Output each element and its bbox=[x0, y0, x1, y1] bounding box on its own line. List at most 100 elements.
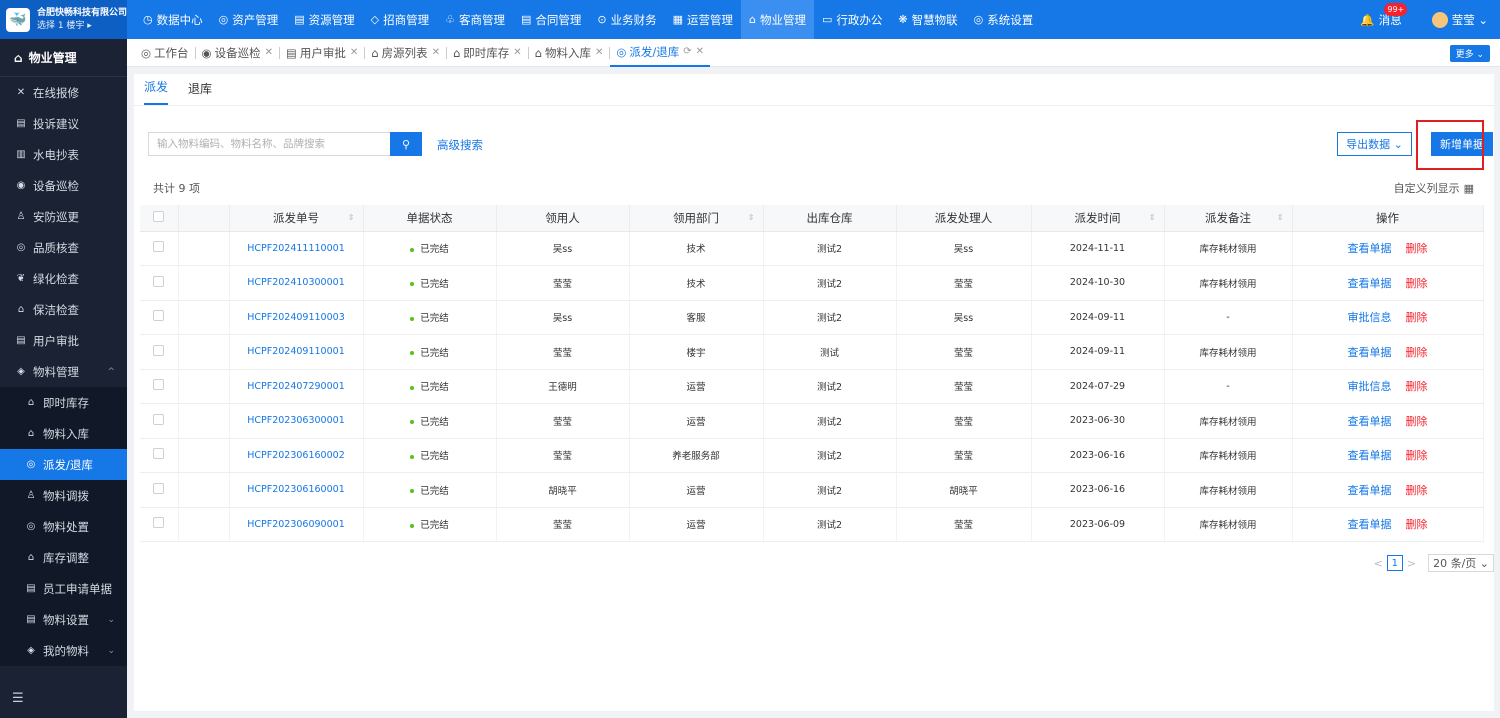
dispatch-code-link[interactable]: HCPF202410300001 bbox=[247, 277, 345, 288]
sort-icon[interactable]: ⇕ bbox=[1149, 213, 1156, 222]
delete-link[interactable]: 删除 bbox=[1406, 380, 1428, 393]
topnav-item[interactable]: ⌂ 物业管理 bbox=[741, 0, 814, 39]
topnav-item[interactable]: ❋ 智慧物联 bbox=[890, 0, 965, 39]
dispatch-code-link[interactable]: HCPF202411110001 bbox=[247, 243, 345, 254]
sidebar-item[interactable]: ⌂ 保洁检查 bbox=[0, 294, 127, 325]
page-tab[interactable]: ◉ 设备巡检 ✕ bbox=[196, 39, 279, 67]
dispatch-code-link[interactable]: HCPF202409110001 bbox=[247, 346, 345, 357]
sidebar-item[interactable]: ⌂ 库存调整 bbox=[0, 542, 127, 573]
page-number[interactable]: 1 bbox=[1386, 555, 1403, 571]
prev-page-button[interactable]: < bbox=[1374, 557, 1383, 570]
sort-icon[interactable]: ⇕ bbox=[1277, 213, 1284, 222]
close-icon[interactable]: ✕ bbox=[696, 46, 704, 57]
close-icon[interactable]: ✕ bbox=[350, 47, 358, 58]
row-checkbox[interactable] bbox=[153, 379, 165, 391]
sidebar-item[interactable]: ⌂ 即时库存 bbox=[0, 387, 127, 418]
topnav-item[interactable]: ◇ 招商管理 bbox=[363, 0, 437, 39]
page-tab[interactable]: ▤ 用户审批 ✕ bbox=[280, 39, 364, 67]
messages-button[interactable]: 🔔 消息 99+ bbox=[1360, 2, 1408, 28]
row-checkbox[interactable] bbox=[153, 275, 165, 287]
page-tab[interactable]: ◎ 工作台 bbox=[135, 39, 195, 67]
row-checkbox[interactable] bbox=[153, 448, 165, 460]
dispatch-code-link[interactable]: HCPF202306160001 bbox=[247, 484, 345, 495]
close-icon[interactable]: ✕ bbox=[265, 47, 273, 58]
page-tab[interactable]: ⌂ 物料入库 ✕ bbox=[529, 39, 610, 67]
dispatch-code-link[interactable]: HCPF202306300001 bbox=[247, 415, 345, 426]
search-input[interactable] bbox=[148, 132, 390, 156]
sort-icon[interactable]: ⇕ bbox=[348, 213, 355, 222]
brand[interactable]: 🐳 合肥快畅科技有限公司 选择 1 楼宇 ▸ bbox=[0, 0, 127, 39]
user-menu[interactable]: 莹莹 ⌄ bbox=[1431, 11, 1488, 28]
topnav-item[interactable]: ◷ 数据中心 bbox=[135, 0, 211, 39]
close-icon[interactable]: ✕ bbox=[513, 47, 521, 58]
custom-columns-button[interactable]: 自定义列显示 ▦ bbox=[1394, 180, 1474, 196]
row-checkbox[interactable] bbox=[153, 413, 165, 425]
row-checkbox[interactable] bbox=[153, 241, 165, 253]
view-document-link[interactable]: 查看单据 bbox=[1348, 449, 1392, 462]
delete-link[interactable]: 删除 bbox=[1406, 242, 1428, 255]
sidebar-item[interactable]: ◈ 我的物料 ⌄ bbox=[0, 635, 127, 666]
close-icon[interactable]: ✕ bbox=[432, 47, 440, 58]
sidebar-item[interactable]: ✕ 在线报修 bbox=[0, 77, 127, 108]
topnav-item[interactable]: ⊙ 业务财务 bbox=[589, 0, 664, 39]
delete-link[interactable]: 删除 bbox=[1406, 346, 1428, 359]
page-tab[interactable]: ⌂ 房源列表 ✕ bbox=[365, 39, 446, 67]
delete-link[interactable]: 删除 bbox=[1406, 311, 1428, 324]
sidebar-title[interactable]: ⌂ 物业管理 bbox=[0, 39, 127, 77]
sidebar-item[interactable]: ◉ 设备巡检 bbox=[0, 170, 127, 201]
tab-dispatch[interactable]: 派发 bbox=[144, 78, 169, 105]
row-checkbox[interactable] bbox=[153, 344, 165, 356]
sidebar-item[interactable]: ♙ 安防巡更 bbox=[0, 201, 127, 232]
view-document-link[interactable]: 审批信息 bbox=[1348, 380, 1392, 393]
more-tabs-button[interactable]: 更多 ⌄ bbox=[1449, 45, 1490, 62]
sidebar-item[interactable]: ▤ 员工申请单据 bbox=[0, 573, 127, 604]
view-document-link[interactable]: 查看单据 bbox=[1348, 518, 1392, 531]
delete-link[interactable]: 删除 bbox=[1406, 277, 1428, 290]
view-document-link[interactable]: 查看单据 bbox=[1348, 277, 1392, 290]
collapse-menu-icon[interactable]: ☰ bbox=[12, 691, 24, 706]
sidebar-item[interactable]: ◈ 物料管理 ^ bbox=[0, 356, 127, 387]
view-document-link[interactable]: 查看单据 bbox=[1348, 415, 1392, 428]
delete-link[interactable]: 删除 bbox=[1406, 415, 1428, 428]
topnav-item[interactable]: ♧ 客商管理 bbox=[437, 0, 513, 39]
dispatch-code-link[interactable]: HCPF202407290001 bbox=[247, 381, 345, 392]
view-document-link[interactable]: 审批信息 bbox=[1348, 311, 1392, 324]
dispatch-code-link[interactable]: HCPF202306090001 bbox=[247, 519, 345, 530]
delete-link[interactable]: 删除 bbox=[1406, 518, 1428, 531]
refresh-icon[interactable]: ⟳ bbox=[683, 46, 691, 57]
close-icon[interactable]: ✕ bbox=[595, 47, 603, 58]
select-all-checkbox[interactable] bbox=[153, 210, 165, 222]
dispatch-code-link[interactable]: HCPF202409110003 bbox=[247, 312, 345, 323]
sidebar-item[interactable]: ▤ 投诉建议 bbox=[0, 108, 127, 139]
next-page-button[interactable]: > bbox=[1407, 557, 1416, 570]
delete-link[interactable]: 删除 bbox=[1406, 449, 1428, 462]
col-code[interactable]: 派发单号 ⇕ bbox=[229, 205, 364, 232]
export-data-button[interactable]: 导出数据 ⌄ bbox=[1337, 132, 1412, 156]
row-checkbox[interactable] bbox=[153, 482, 165, 494]
sidebar-item[interactable]: ❦ 绿化检查 bbox=[0, 263, 127, 294]
delete-link[interactable]: 删除 bbox=[1406, 484, 1428, 497]
sidebar-item[interactable]: ⌂ 物料入库 bbox=[0, 418, 127, 449]
sidebar-item[interactable]: ▤ 物料设置 ⌄ bbox=[0, 604, 127, 635]
sort-icon[interactable]: ⇕ bbox=[748, 213, 755, 222]
sidebar-item[interactable]: ▤ 用户审批 bbox=[0, 325, 127, 356]
topnav-item[interactable]: ▤ 资源管理 bbox=[286, 0, 362, 39]
view-document-link[interactable]: 查看单据 bbox=[1348, 484, 1392, 497]
page-size-select[interactable]: 20 条/页 ⌄ bbox=[1428, 554, 1494, 572]
sidebar-item[interactable]: ◎ 物料处置 bbox=[0, 511, 127, 542]
sidebar-item[interactable]: ♙ 物料调拨 bbox=[0, 480, 127, 511]
col-note[interactable]: 派发备注 ⇕ bbox=[1164, 205, 1293, 232]
sidebar-item[interactable]: ◎ 派发/退库 bbox=[0, 449, 127, 480]
sidebar-item[interactable]: ▥ 水电抄表 bbox=[0, 139, 127, 170]
row-checkbox[interactable] bbox=[153, 517, 165, 529]
search-button[interactable]: ⚲ bbox=[390, 132, 422, 156]
view-document-link[interactable]: 查看单据 bbox=[1348, 242, 1392, 255]
dispatch-code-link[interactable]: HCPF202306160002 bbox=[247, 450, 345, 461]
building-selector[interactable]: 选择 1 楼宇 ▸ bbox=[37, 20, 127, 33]
topnav-item[interactable]: ▭ 行政办公 bbox=[814, 0, 890, 39]
view-document-link[interactable]: 查看单据 bbox=[1348, 346, 1392, 359]
col-time[interactable]: 派发时间 ⇕ bbox=[1031, 205, 1165, 232]
sidebar-item[interactable]: ◎ 品质核查 bbox=[0, 232, 127, 263]
advanced-search-link[interactable]: 高级搜索 bbox=[437, 137, 483, 153]
topnav-item[interactable]: ▦ 运营管理 bbox=[665, 0, 741, 39]
